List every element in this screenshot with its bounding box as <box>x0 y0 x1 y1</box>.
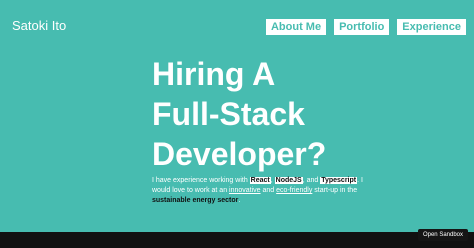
intro-text: , and <box>302 177 321 184</box>
intro-text: start-up in the <box>312 187 358 194</box>
nav-about-me-link[interactable]: About Me <box>265 19 327 35</box>
hero-title-line-3: Developer? <box>152 136 327 172</box>
nav-experience-link[interactable]: Experience <box>397 19 466 35</box>
intro-text: I have experience working with <box>152 177 250 184</box>
keyword-sustainable-energy: sustainable energy sector <box>152 197 239 204</box>
main-nav: About Me Portfolio Experience <box>265 19 466 35</box>
skill-nodejs: NodeJS <box>274 177 303 184</box>
keyword-innovative: innovative <box>229 187 261 194</box>
site-name[interactable]: Satoki Ito <box>12 18 66 33</box>
page-background: Satoki Ito About Me Portfolio Experience… <box>0 0 474 232</box>
intro-text: . <box>238 197 241 204</box>
nav-portfolio-link[interactable]: Portfolio <box>334 19 390 35</box>
hero-title-line-2: Full-Stack <box>152 96 305 132</box>
skill-react: React <box>249 177 271 184</box>
intro-paragraph: I have experience working with React, No… <box>152 176 366 206</box>
open-sandbox-button[interactable]: Open Sandbox <box>417 229 468 241</box>
intro-text: and <box>260 187 277 194</box>
hero-title-line-1: Hiring A <box>152 56 276 92</box>
keyword-eco-friendly: eco-friendly <box>276 187 313 194</box>
skill-typescript: Typescript <box>320 177 358 184</box>
hero-title: Hiring A Full-Stack Developer? <box>152 54 326 174</box>
